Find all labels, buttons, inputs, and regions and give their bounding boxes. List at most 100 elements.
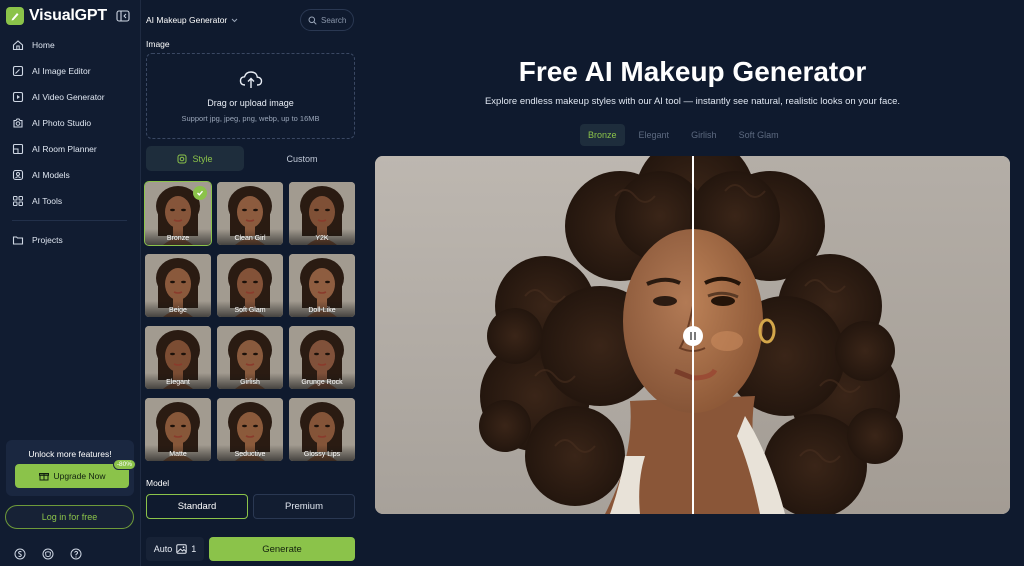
style-icon <box>177 154 187 163</box>
sidebar-item-models[interactable]: AI Models <box>0 162 141 188</box>
image-count-selector[interactable]: Auto 1 <box>146 537 204 561</box>
brand-name: VisualGPT <box>29 7 107 24</box>
grid-icon <box>13 196 23 206</box>
tab-custom-label: Custom <box>286 153 318 164</box>
style-tile-label: Grunge Rock <box>289 373 355 389</box>
generate-button[interactable]: Generate <box>209 537 355 561</box>
style-tile-label: Doll-Like <box>289 301 355 317</box>
video-icon <box>12 91 24 103</box>
sidebar-item-label: AI Image Editor <box>32 66 91 76</box>
style-tile[interactable]: Beige <box>145 254 211 317</box>
preview-style-tabs: Bronze Elegant Girlish Soft Glam <box>580 124 787 146</box>
sidebar-item-video-generator[interactable]: AI Video Generator <box>0 84 141 110</box>
search-icon <box>308 16 317 25</box>
style-tile[interactable]: Matte <box>145 398 211 461</box>
currency-icon[interactable] <box>14 548 26 560</box>
style-tile[interactable]: Seductive <box>217 398 283 461</box>
style-tile[interactable]: Soft Glam <box>217 254 283 317</box>
brand[interactable]: VisualGPT <box>6 6 107 26</box>
page-title: Free AI Makeup Generator <box>518 56 867 87</box>
style-tile[interactable]: Glossy Lips <box>289 398 355 461</box>
style-tile-label: Girlish <box>217 373 283 389</box>
tab-style-label: Style <box>192 153 213 164</box>
model-standard-button[interactable]: Standard <box>146 494 248 519</box>
tool-title: AI Makeup Generator <box>146 15 228 25</box>
brand-logo-icon <box>6 7 24 25</box>
tool-selector[interactable]: AI Makeup Generator <box>146 15 238 25</box>
style-tile[interactable]: Y2K <box>289 182 355 245</box>
style-tile-label: Seductive <box>217 445 283 461</box>
style-tile[interactable]: Bronze <box>144 181 212 246</box>
style-tile[interactable]: Girlish <box>217 326 283 389</box>
sidebar-divider <box>12 220 127 221</box>
upload-title: Drag or upload image <box>207 98 294 108</box>
chevron-down-icon <box>231 18 238 22</box>
sidebar: VisualGPT Home AI Image Editor AI Video … <box>0 0 141 566</box>
folder-icon <box>12 236 24 245</box>
sidebar-item-room-planner[interactable]: AI Room Planner <box>0 136 141 162</box>
preview-tab-bronze[interactable]: Bronze <box>580 124 625 146</box>
tool-panel: AI Makeup Generator Search Image Drag or… <box>141 0 360 566</box>
count-mode: Auto <box>153 544 173 554</box>
upgrade-title: Unlock more features! <box>28 449 112 459</box>
sidebar-item-label: AI Video Generator <box>32 92 105 102</box>
upgrade-button-label: Upgrade Now <box>53 471 106 481</box>
sidebar-item-label: AI Room Planner <box>32 144 97 154</box>
style-tile[interactable]: Clean Girl <box>217 182 283 245</box>
sidebar-item-home[interactable]: Home <box>0 32 141 58</box>
page-subtitle: Explore endless makeup styles with our A… <box>484 96 901 107</box>
discord-icon[interactable] <box>42 548 54 560</box>
style-tile-label: Glossy Lips <box>289 445 355 461</box>
style-tile-label: Soft Glam <box>217 301 283 317</box>
model-premium-button[interactable]: Premium <box>253 494 355 519</box>
style-tile[interactable]: Doll-Like <box>289 254 355 317</box>
discount-badge: -80% <box>112 459 136 470</box>
style-tile-label: Y2K <box>289 229 355 245</box>
style-tile-label: Matte <box>145 445 211 461</box>
model-section-label: Model <box>146 478 170 488</box>
style-tile-label: Bronze <box>145 229 211 245</box>
before-after-preview[interactable] <box>375 156 1010 514</box>
sidebar-item-label: AI Tools <box>32 196 63 206</box>
footer-icons <box>14 548 82 560</box>
sidebar-item-image-editor[interactable]: AI Image Editor <box>0 58 141 84</box>
upgrade-card: Unlock more features! Upgrade Now -80% <box>6 440 136 496</box>
home-icon <box>12 40 24 51</box>
sidebar-item-label: Projects <box>32 235 63 245</box>
tab-style[interactable]: Style <box>146 146 244 171</box>
camera-icon <box>13 118 23 128</box>
count-value: 1 <box>191 544 197 554</box>
preview-tab-soft-glam[interactable]: Soft Glam <box>731 124 787 146</box>
compare-slider-handle[interactable] <box>683 326 703 346</box>
style-tile[interactable]: Grunge Rock <box>289 326 355 389</box>
upload-dropzone[interactable]: Drag or upload image Support jpg, jpeg, … <box>146 53 355 139</box>
sidebar-item-tools[interactable]: AI Tools <box>0 188 141 214</box>
tab-custom[interactable]: Custom <box>253 146 351 171</box>
style-tile-label: Beige <box>145 301 211 317</box>
sidebar-item-projects[interactable]: Projects <box>0 227 141 253</box>
sidebar-item-label: AI Models <box>32 170 70 180</box>
room-icon <box>12 143 24 155</box>
cloud-upload-icon <box>239 71 263 88</box>
search-input[interactable]: Search <box>300 9 354 31</box>
image-icon <box>176 544 187 554</box>
login-button[interactable]: Log in for free <box>5 505 134 529</box>
models-icon <box>12 169 24 181</box>
image-section-label: Image <box>146 39 170 49</box>
sidebar-item-label: Home <box>32 40 55 50</box>
style-tile-label: Elegant <box>145 373 211 389</box>
sidebar-item-photo-studio[interactable]: AI Photo Studio <box>0 110 141 136</box>
sidebar-collapse-icon[interactable] <box>116 9 130 22</box>
upload-formats: Support jpg, jpeg, png, webp, up to 16MB <box>181 114 320 123</box>
search-placeholder: Search <box>321 15 347 25</box>
style-tile-label: Clean Girl <box>217 229 283 245</box>
preview-tab-elegant[interactable]: Elegant <box>631 124 678 146</box>
upgrade-button[interactable]: Upgrade Now <box>15 464 129 488</box>
preview-tab-girlish[interactable]: Girlish <box>683 124 725 146</box>
image-edit-icon <box>12 65 24 77</box>
main-area: Free AI Makeup Generator Explore endless… <box>361 0 1024 566</box>
style-tile[interactable]: Elegant <box>145 326 211 389</box>
sidebar-nav: Home AI Image Editor AI Video Generator … <box>0 32 141 253</box>
help-icon[interactable] <box>70 548 82 560</box>
gift-icon <box>38 473 49 481</box>
